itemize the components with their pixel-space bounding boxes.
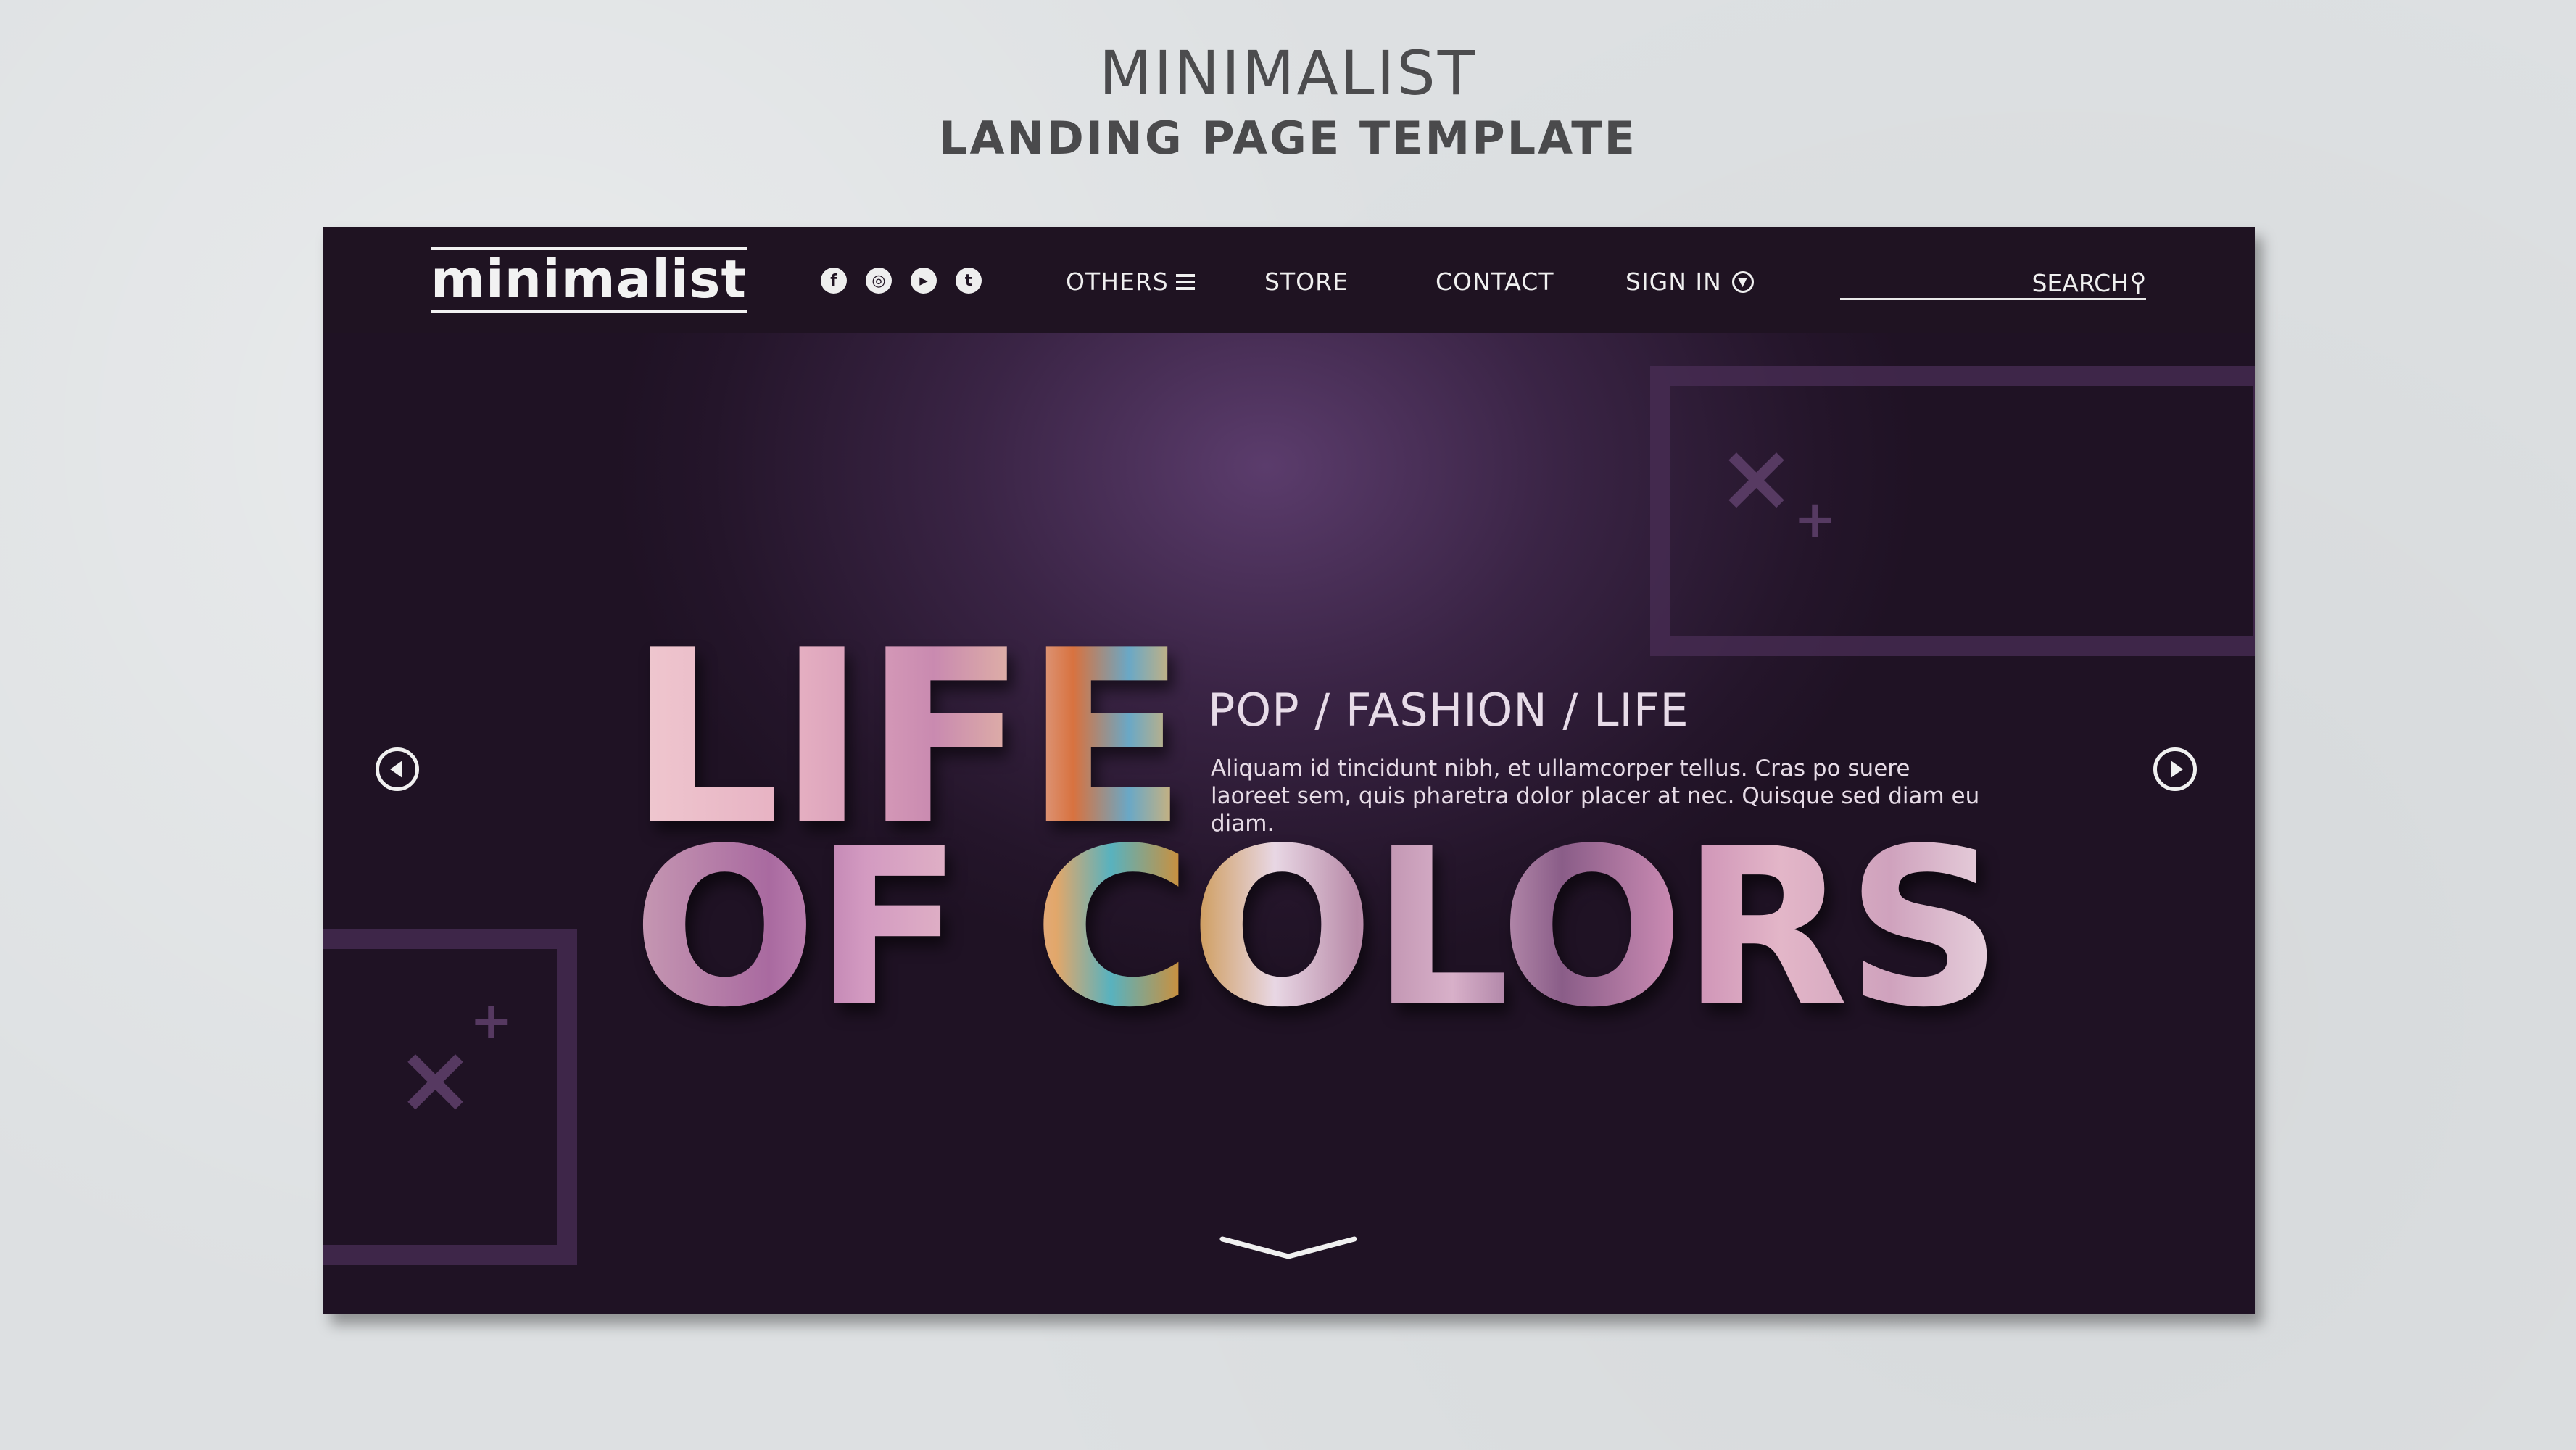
top-navigation-bar: minimalist f ◎ ▶ t OTHERS STORE CONTACT … [323, 227, 2255, 333]
arrow-right-icon [2170, 761, 2183, 778]
nav-store[interactable]: STORE [1264, 268, 1349, 296]
nav-contact[interactable]: CONTACT [1436, 268, 1554, 296]
hero-headline-line2: OF COLORS [632, 802, 2003, 1055]
search-bar: SEARCH [1840, 269, 2146, 300]
social-links: f ◎ ▶ t [821, 268, 982, 294]
deco-x-icon: × [396, 1024, 475, 1134]
page-subtitle: LANDING PAGE TEMPLATE [939, 112, 1637, 165]
search-input[interactable] [1840, 269, 2032, 297]
search-label: SEARCH [2032, 269, 2129, 297]
instagram-icon[interactable]: ◎ [866, 268, 892, 294]
page-title: MINIMALIST [1099, 38, 1477, 109]
chevron-down-icon: ▼ [1731, 270, 1754, 293]
nav-store-label: STORE [1264, 268, 1349, 296]
page-canvas: MINIMALIST LANDING PAGE TEMPLATE × + × +… [0, 0, 2576, 1450]
nav-others-label: OTHERS [1066, 268, 1169, 296]
nav-contact-label: CONTACT [1436, 268, 1554, 296]
nav-others[interactable]: OTHERS [1066, 268, 1195, 296]
scroll-down-chevron-icon[interactable] [1219, 1235, 1357, 1264]
landing-page-mockup: × + × + minimalist f ◎ ▶ t OTHERS STORE … [323, 227, 2255, 1314]
deco-x-icon: × [1717, 422, 1796, 532]
twitter-icon[interactable]: t [956, 268, 982, 294]
search-button[interactable]: SEARCH [2032, 269, 2146, 297]
hero-description: Aliquam id tincidunt nibh, et ullamcorpe… [1211, 755, 1980, 837]
previous-slide-button[interactable] [376, 747, 419, 791]
next-slide-button[interactable] [2153, 747, 2197, 791]
location-pin-icon [2132, 272, 2145, 294]
deco-plus-icon: + [1794, 489, 1836, 549]
nav-sign-in-label: SIGN IN [1625, 268, 1722, 296]
deco-plus-icon: + [470, 991, 513, 1051]
hero-tagline: POP / FASHION / LIFE [1208, 684, 1689, 737]
site-logo[interactable]: minimalist [431, 247, 747, 313]
facebook-icon[interactable]: f [821, 268, 847, 294]
menu-icon [1175, 273, 1195, 290]
nav-sign-in[interactable]: SIGN IN ▼ [1625, 268, 1754, 296]
arrow-left-icon [389, 761, 402, 778]
youtube-icon[interactable]: ▶ [911, 268, 937, 294]
